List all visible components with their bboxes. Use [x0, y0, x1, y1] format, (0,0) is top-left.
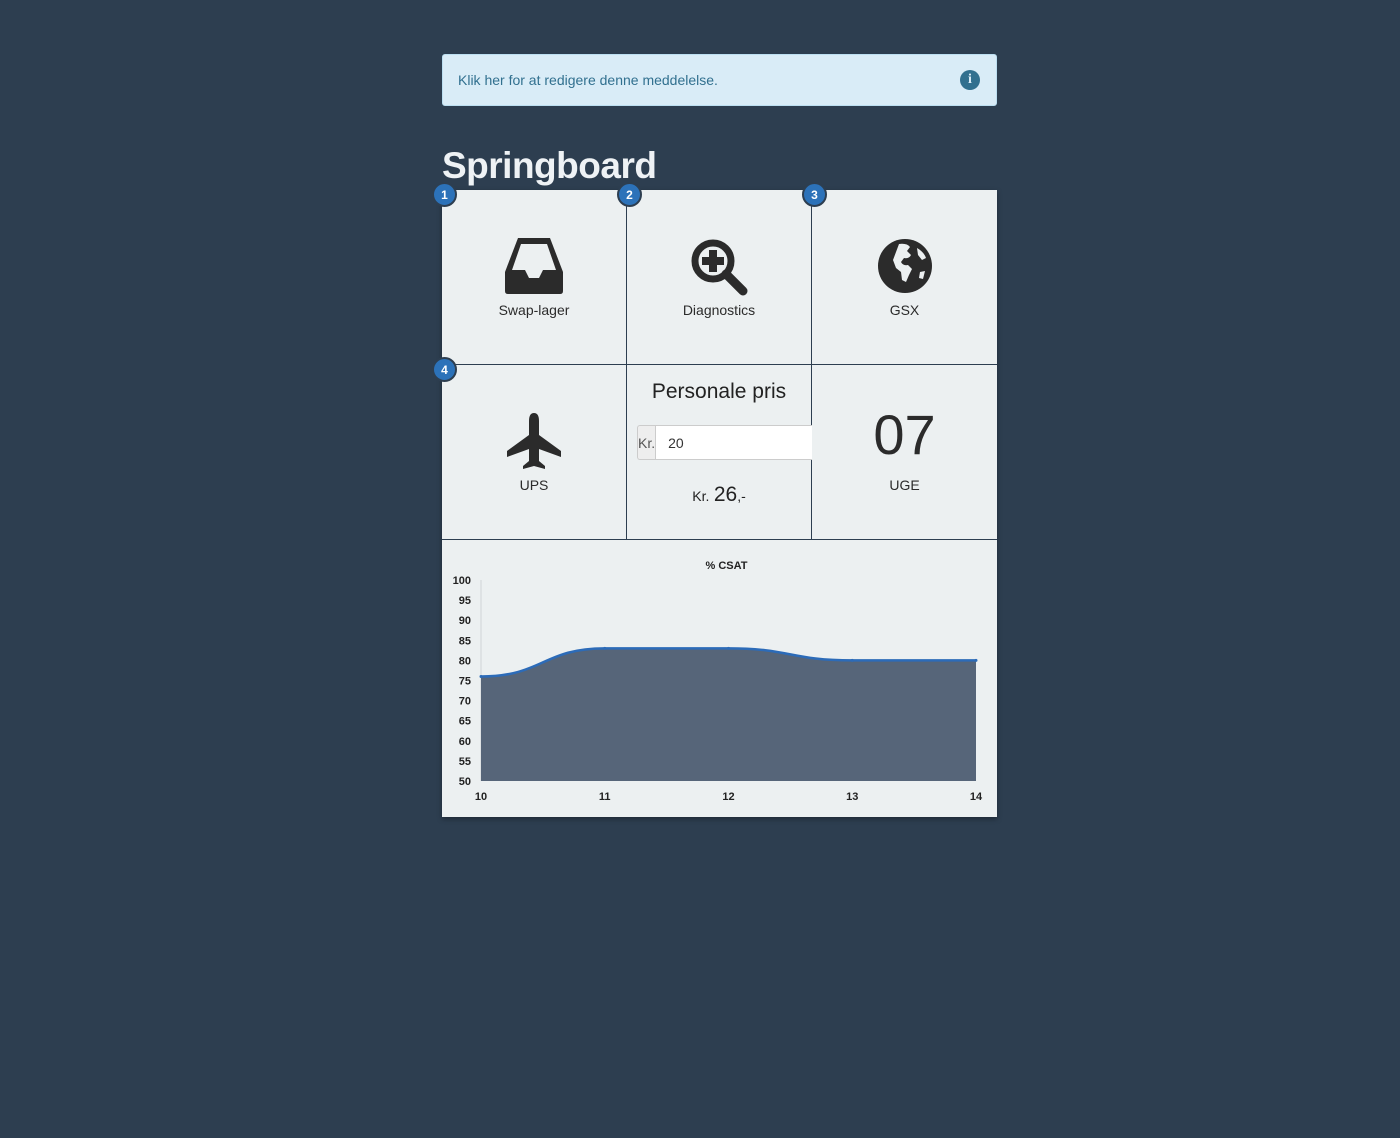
result-value: 26 [713, 483, 738, 506]
y-tick-label: 60 [459, 736, 471, 748]
y-tick-label: 90 [459, 615, 471, 627]
tile-badge: 1 [432, 182, 457, 207]
tile-label: Diagnostics [682, 302, 756, 318]
page-title: Springboard [442, 145, 657, 186]
price-result: Kr. 26,- [627, 483, 811, 507]
chart-title: % CSAT [706, 560, 748, 572]
data-point [727, 646, 730, 650]
springboard-grid: Swap-lager Diagnostics GSX UPS Personale… [432, 182, 997, 817]
tile-gsx[interactable]: GSX [812, 190, 997, 365]
y-tick-label: 80 [459, 655, 471, 667]
main-container: Klik her for at redigere denne meddelels… [432, 54, 997, 817]
notice-banner[interactable]: Klik her for at redigere denne meddelels… [442, 54, 997, 106]
data-point [603, 646, 607, 650]
data-point [850, 658, 854, 662]
y-tick-label: 65 [459, 716, 471, 728]
y-tick-label: 50 [459, 776, 471, 788]
x-tick-label: 13 [846, 791, 858, 803]
staff-price-title: Personale pris [651, 380, 787, 403]
inbox-icon [505, 238, 563, 299]
currency-addon: Kr. [637, 425, 656, 460]
csat-chart-tile: % CSAT 100 95 90 85 80 75 70 65 60 55 50 10 11 12 13 14 [442, 540, 997, 817]
data-point [974, 658, 978, 662]
x-tick-label: 12 [722, 791, 734, 803]
csat-chart: % CSAT 100 95 90 85 80 75 70 65 60 55 50 10 11 12 13 14 [453, 560, 983, 803]
week-label: UGE [889, 477, 920, 493]
tile-label: GSX [889, 302, 920, 318]
week-number: 07 [873, 403, 936, 466]
plane-icon [507, 413, 561, 474]
info-icon: i [960, 70, 980, 90]
y-tick-label: 70 [459, 696, 471, 708]
result-suffix: ,- [737, 488, 746, 504]
tile-staff-price: Personale pris Kr. Kr. 26,- [627, 365, 863, 540]
result-currency: Kr. [692, 488, 710, 504]
tile-label: UPS [519, 477, 549, 493]
tile-badge: 2 [617, 182, 642, 207]
tile-label: Swap-lager [498, 302, 570, 318]
x-tick-label: 10 [475, 791, 487, 803]
y-tick-label: 100 [453, 575, 471, 587]
x-tick-label: 11 [599, 791, 611, 803]
tile-ups[interactable]: UPS [442, 365, 627, 540]
notice-text[interactable]: Klik her for at redigere denne meddelels… [458, 72, 718, 88]
y-tick-label: 95 [459, 595, 471, 607]
data-point [479, 674, 483, 678]
tile-week: 07 UGE [812, 365, 997, 540]
series-area [481, 648, 976, 781]
search-plus-icon [690, 238, 748, 301]
y-tick-label: 75 [459, 676, 471, 688]
y-tick-label: 85 [459, 635, 471, 647]
price-input-group: Kr. [637, 425, 863, 460]
x-tick-label: 14 [970, 791, 983, 803]
tile-badge: 3 [802, 182, 827, 207]
tile-badge: 4 [432, 357, 457, 382]
y-tick-label: 55 [459, 756, 471, 768]
tile-swap-lager[interactable]: Swap-lager [442, 190, 627, 365]
globe-icon [877, 238, 933, 299]
tile-diagnostics[interactable]: Diagnostics [627, 190, 812, 365]
